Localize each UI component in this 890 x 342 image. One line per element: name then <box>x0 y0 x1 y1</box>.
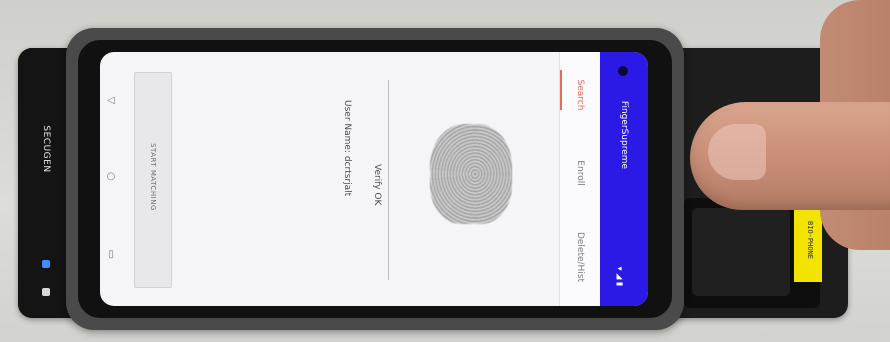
start-matching-button[interactable]: START MATCHING <box>134 72 172 288</box>
recent-apps-icon[interactable]: ▯ <box>106 250 116 260</box>
app-title: FingerSupreme <box>619 100 629 170</box>
phone-screen: ◁ ○ ▯ START MATCHING User Name: dcrtsrja… <box>100 52 648 306</box>
status-bar-icons: ▾ ◢ ▮ <box>615 266 625 287</box>
scene: SECUGEN BIO-PHONE ◁ ○ ▯ START MATCHING U… <box>0 0 890 342</box>
back-icon[interactable]: ◁ <box>106 96 116 106</box>
finger <box>690 102 890 210</box>
bluetooth-led-icon <box>42 260 50 268</box>
device-sticker: BIO-PHONE <box>794 202 822 282</box>
app-bar: FingerSupreme ▾ ◢ ▮ <box>600 52 648 306</box>
power-led-icon <box>42 288 50 296</box>
active-tab-indicator <box>560 70 562 110</box>
phone-bezel: ◁ ○ ▯ START MATCHING User Name: dcrtsrja… <box>78 40 672 318</box>
scanner-window[interactable] <box>692 208 790 296</box>
fingerprint-image <box>430 124 512 224</box>
brand-label: SECUGEN <box>41 125 51 173</box>
android-nav-bar: ◁ ○ ▯ <box>100 52 122 306</box>
home-icon[interactable]: ○ <box>106 172 116 182</box>
phone-case: ◁ ○ ▯ START MATCHING User Name: dcrtsrja… <box>66 28 684 330</box>
tab-delete[interactable]: Delete/Hist <box>575 215 585 299</box>
sticker-text: BIO-PHONE <box>806 221 814 259</box>
tab-search[interactable]: Search <box>575 53 585 137</box>
content-divider <box>388 80 389 280</box>
fingertip <box>708 124 766 180</box>
tab-bar: Search Enroll Delete/Hist <box>559 52 600 306</box>
tab-enroll[interactable]: Enroll <box>575 131 585 215</box>
user-name-label: User Name: dcrtsrjalt <box>342 100 352 197</box>
verify-status: Verify OK <box>372 164 382 206</box>
start-matching-label: START MATCHING <box>149 143 157 211</box>
